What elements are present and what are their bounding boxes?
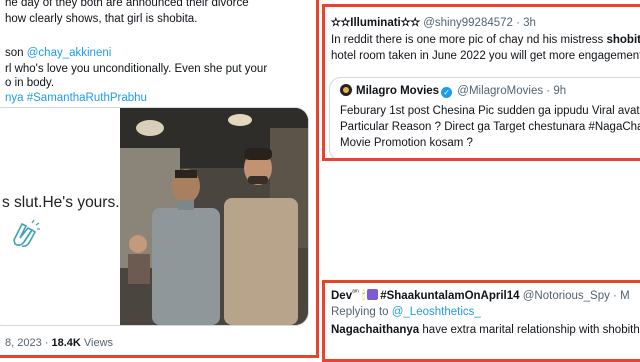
tweet-text: In reddit there is one more pic of chay … [331,34,607,46]
views-count: 18.4K [51,337,81,349]
replying-handle-link[interactable]: @_Leoshthetics_ [392,306,481,318]
replying-to: Replying to @_Leoshthetics_ [331,306,481,318]
author-name[interactable]: ✫✫Illuminati✫✫ [331,17,420,29]
bottom-right-tweet-panel: Devᵃᵐ 🕯 #ShaakuntalamOnApril14 @Notorious… [322,280,640,362]
photo-two-men [120,108,308,325]
replying-label: Replying to [331,306,392,318]
tweet-time: · 3h [516,17,536,29]
hashtag-links[interactable]: nya #SamanthaRuthPrabhu [5,91,147,106]
tweet-date: 8, 2023 · [5,337,52,349]
verified-badge-icon: ✓ [441,87,453,98]
quoted-author-name[interactable]: Milagro Movies [356,85,439,97]
quoted-text-line-2: Particular Reason ? Direct ga Target che… [340,121,640,133]
tweet-header: Devᵃᵐ 🕯 #ShaakuntalamOnApril14 @Notorious… [331,289,630,302]
tweet-text-bold: shobit [606,34,640,46]
quoted-tweet-time: · 9h [546,85,567,97]
author-name-hashtag[interactable]: #ShaakuntalamOnApril14 [380,290,519,302]
tweet-text-line-2: hotel room taken in June 2022 you will g… [331,50,640,62]
tweet-header: ✫✫Illuminati✫✫ @shiny99284572 · 3h [331,15,536,29]
tweet-text-line-1: In reddit there is one more pic of chay … [331,34,640,46]
tweet-text-line-3: son @chay_akkineni [5,46,111,61]
tweet-text-rest: have extra marital relationship with sho… [419,324,640,336]
views-label: Views [80,337,114,349]
tweet-text-line-2: how clearly shows, that girl is shobita. [5,13,198,25]
avatar[interactable] [340,84,352,96]
left-tweet-panel: he day of they both are announced their … [0,0,319,358]
tweet-text-bold: Nagachaithanya [331,324,420,336]
quoted-text-line-3: Movie Promotion kosam ? [340,137,473,149]
tweet-meta: 8, 2023 · 18.4K Views [5,337,113,349]
quoted-tweet-header: Milagro Movies ✓ @MilagroMovies · 9h [340,84,566,98]
quoted-text-line-1: Feburary 1st post Chesina Pic sudden ga … [340,105,640,117]
candle-icon: 🕯 [361,290,366,302]
clapping-hands-icon [13,219,40,247]
top-right-tweet-panel: ✫✫Illuminati✫✫ @shiny99284572 · 3h In re… [322,4,640,161]
author-name-prefix[interactable]: Dev [331,290,352,302]
tweet-text-line-5: o in body. [5,77,55,89]
quoted-tweet[interactable]: Milagro Movies ✓ @MilagroMovies · 9h Febu… [329,77,640,158]
tweet-media-card[interactable]: s slut.He's yours. [0,107,309,326]
tweet-text: Nagachaithanya have extra marital relati… [331,324,640,336]
quoted-author-handle[interactable]: @MilagroMovies [457,85,543,97]
author-handle[interactable]: @Notorious_Spy · M [523,290,630,302]
om-icon [367,289,379,300]
media-caption-text: s slut.He's yours. [2,194,120,211]
author-handle[interactable]: @shiny99284572 [423,17,513,29]
mention-link[interactable]: @chay_akkineni [27,47,112,59]
tweet-text-prefix: son [5,47,27,59]
tweet-text-line-1: he day of they both are announced their … [5,0,249,9]
tweet-text-line-4: rl who's love you unconditionally. Even … [5,63,268,75]
